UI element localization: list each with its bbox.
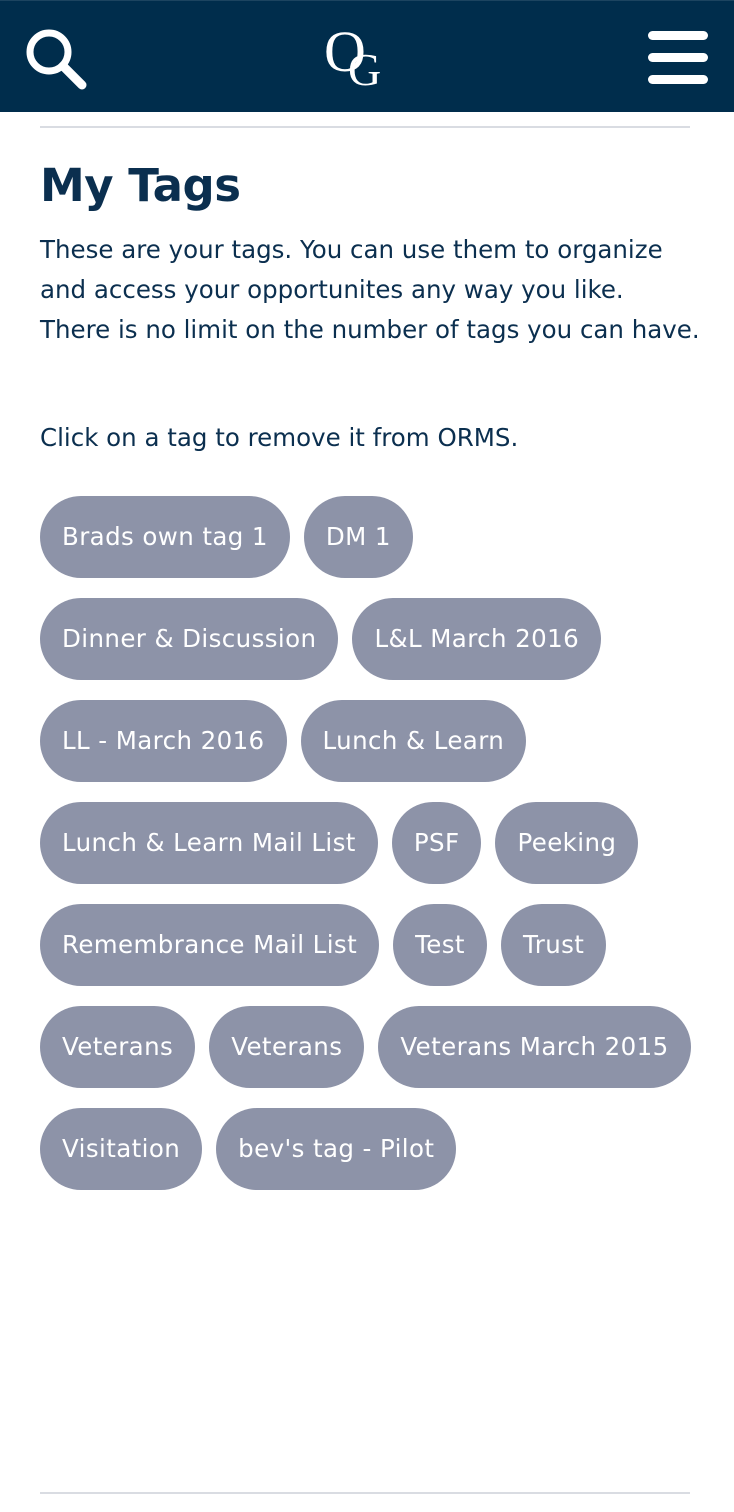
tag-chip[interactable]: Veterans — [40, 1006, 196, 1088]
bottom-divider — [40, 1492, 690, 1494]
tag-chip[interactable]: Lunch & Learn Mail List — [40, 802, 378, 884]
instruction-text: Click on a tag to remove it from ORMS. — [40, 423, 519, 452]
og-logo-mark: O G — [324, 19, 381, 95]
tag-chip[interactable]: Test — [393, 904, 487, 986]
hamburger-menu-icon — [648, 31, 708, 84]
search-icon — [26, 29, 87, 90]
tag-chip[interactable]: LL - March 2016 — [40, 700, 287, 782]
tag-chip[interactable]: Peeking — [495, 802, 639, 884]
menu-button[interactable] — [644, 27, 712, 89]
tag-chip[interactable]: PSF — [391, 802, 482, 884]
top-divider — [40, 126, 690, 128]
tag-chip[interactable]: Brads own tag 1 — [40, 496, 290, 578]
tag-chip[interactable]: Remembrance Mail List — [40, 904, 380, 986]
tag-chip[interactable]: Veterans March 2015 — [378, 1006, 691, 1088]
tag-chip[interactable]: Dinner & Discussion — [40, 598, 339, 680]
og-logo[interactable]: O G — [318, 19, 402, 95]
tag-chip[interactable]: bev's tag - Pilot — [216, 1108, 457, 1190]
tag-chip[interactable]: DM 1 — [303, 496, 413, 578]
tag-chip[interactable]: Visitation — [40, 1108, 203, 1190]
tag-chip[interactable]: Trust — [500, 904, 607, 986]
tag-chip[interactable]: Veterans — [209, 1006, 365, 1088]
intro-text: These are your tags. You can use them to… — [40, 235, 700, 344]
logo-letter-g: G — [348, 44, 381, 95]
search-button[interactable] — [22, 25, 90, 93]
page-title: My Tags — [40, 159, 241, 212]
tag-chip[interactable]: Lunch & Learn — [300, 700, 527, 782]
tag-list: Brads own tag 1 DM 1 Dinner & Discussion… — [40, 496, 700, 1190]
tag-chip[interactable]: L&L March 2016 — [352, 598, 602, 680]
top-navigation-bar: O G — [0, 0, 734, 112]
